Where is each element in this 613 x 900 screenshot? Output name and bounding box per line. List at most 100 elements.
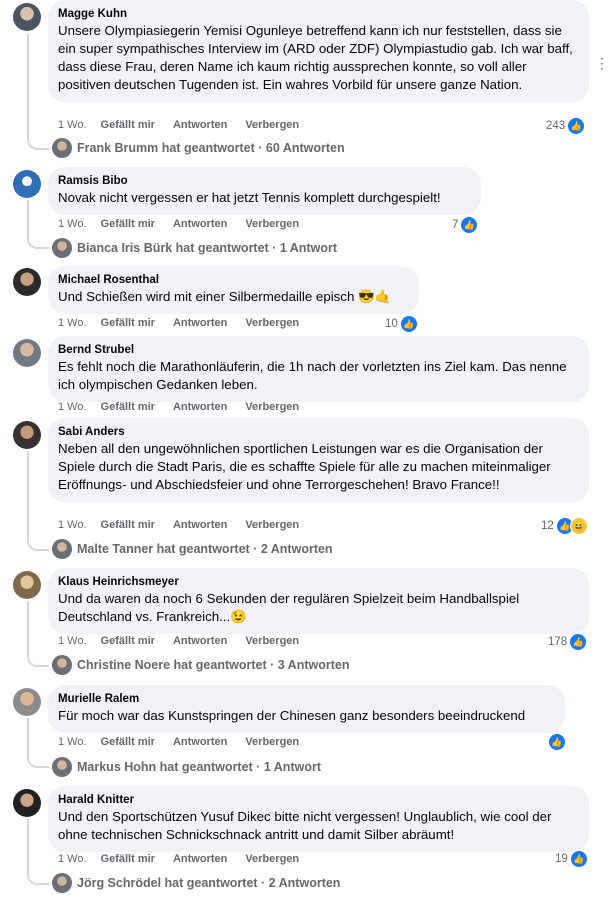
- like-button[interactable]: Gefällt mir: [101, 853, 155, 865]
- hide-button[interactable]: Verbergen: [245, 119, 299, 131]
- reply-button[interactable]: Antworten: [173, 317, 227, 329]
- comment-bubble: Bernd Strubel Es fehlt noch die Marathon…: [48, 336, 589, 402]
- view-replies-link[interactable]: Frank Brumm hat geantwortet · 60 Antwort…: [52, 138, 345, 158]
- avatar[interactable]: [13, 268, 41, 296]
- comment-text: Es fehlt noch die Marathonläuferin, die …: [58, 359, 567, 392]
- comment-actions: 1 Wo. Gefällt mir Antworten Verbergen: [58, 400, 317, 414]
- reply-connector: [27, 869, 49, 885]
- comment-author[interactable]: Ramsis Bibo: [58, 174, 470, 189]
- reply-button[interactable]: Antworten: [173, 401, 227, 413]
- reply-avatar: [52, 655, 72, 675]
- comment-time[interactable]: 1 Wo.: [58, 119, 87, 131]
- comment-actions: 1 Wo. Gefällt mir Antworten Verbergen: [58, 217, 317, 231]
- reply-button[interactable]: Antworten: [173, 736, 227, 748]
- reaction-summary[interactable]: 19 👍: [555, 850, 588, 868]
- reply-avatar: [52, 873, 72, 893]
- comment-text: Und Schießen wird mit einer Silbermedail…: [58, 289, 392, 304]
- like-button[interactable]: Gefällt mir: [101, 119, 155, 131]
- reaction-summary[interactable]: 👍: [546, 733, 566, 751]
- view-replies-link[interactable]: Bianca Iris Bürk hat geantwortet · 1 Ant…: [52, 238, 337, 258]
- hide-button[interactable]: Verbergen: [245, 635, 299, 647]
- comment-text: Für moch war das Kunstspringen der Chine…: [58, 708, 526, 723]
- avatar[interactable]: [13, 3, 41, 31]
- replies-label: Jörg Schrödel hat geantwortet · 2 Antwor…: [77, 876, 341, 890]
- reaction-summary[interactable]: 7 👍: [452, 216, 479, 234]
- comment-author[interactable]: Sabi Anders: [58, 425, 578, 440]
- avatar[interactable]: [13, 339, 41, 367]
- comment-time[interactable]: 1 Wo.: [58, 519, 87, 531]
- reaction-summary[interactable]: 12 👍 😆: [541, 517, 588, 535]
- avatar[interactable]: [13, 789, 41, 817]
- like-reaction-icon: 👍: [569, 633, 588, 651]
- hide-button[interactable]: Verbergen: [245, 218, 299, 230]
- reply-button[interactable]: Antworten: [173, 853, 227, 865]
- replies-label: Markus Hohn hat geantwortet · 1 Antwort: [77, 760, 321, 774]
- thread-line: [27, 718, 29, 754]
- view-replies-link[interactable]: Markus Hohn hat geantwortet · 1 Antwort: [52, 757, 321, 777]
- hide-button[interactable]: Verbergen: [245, 853, 299, 865]
- comment-author[interactable]: Harald Knitter: [58, 793, 578, 808]
- like-button[interactable]: Gefällt mir: [101, 519, 155, 531]
- hide-button[interactable]: Verbergen: [245, 736, 299, 748]
- thread-line: [27, 601, 29, 653]
- like-reaction-icon: 👍: [399, 315, 418, 333]
- reaction-summary[interactable]: 178 👍: [548, 633, 588, 651]
- comment-time[interactable]: 1 Wo.: [58, 853, 87, 865]
- reply-button[interactable]: Antworten: [173, 218, 227, 230]
- comment-author[interactable]: Magge Kuhn: [58, 7, 578, 22]
- comment-time[interactable]: 1 Wo.: [58, 317, 87, 329]
- reply-button[interactable]: Antworten: [173, 519, 227, 531]
- comment-time[interactable]: 1 Wo.: [58, 736, 87, 748]
- avatar[interactable]: [13, 421, 41, 449]
- comment-author[interactable]: Bernd Strubel: [58, 343, 578, 358]
- comment-time[interactable]: 1 Wo.: [58, 401, 87, 413]
- comment-bubble: Klaus Heinrichsmeyer Und da waren da noc…: [48, 568, 589, 634]
- thread-line: [27, 200, 29, 235]
- avatar[interactable]: [13, 170, 41, 198]
- reaction-summary[interactable]: 10 👍: [385, 315, 418, 333]
- more-options-icon[interactable]: ⋮: [595, 55, 609, 72]
- comment-text: Und da waren da noch 6 Sekunden der regu…: [58, 591, 520, 624]
- hide-button[interactable]: Verbergen: [245, 519, 299, 531]
- comment-author[interactable]: Klaus Heinrichsmeyer: [58, 575, 578, 590]
- comment-text: Neben all den ungewöhnlichen sportlichen…: [58, 441, 551, 492]
- view-replies-link[interactable]: Christine Noere hat geantwortet · 3 Antw…: [52, 655, 349, 675]
- reply-button[interactable]: Antworten: [173, 635, 227, 647]
- replies-label: Christine Noere hat geantwortet · 3 Antw…: [77, 658, 350, 672]
- comment-time[interactable]: 1 Wo.: [58, 635, 87, 647]
- reaction-count: 243: [546, 120, 566, 132]
- comment-author[interactable]: Michael Rosenthal: [58, 273, 408, 288]
- like-button[interactable]: Gefällt mir: [101, 317, 155, 329]
- comment-bubble: Ramsis Bibo Novak nicht vergessen er hat…: [48, 167, 481, 215]
- reply-avatar: [52, 539, 72, 559]
- comment-actions: 1 Wo. Gefällt mir Antworten Verbergen: [58, 735, 317, 749]
- reply-avatar: [52, 757, 72, 777]
- like-button[interactable]: Gefällt mir: [101, 635, 155, 647]
- avatar[interactable]: [13, 571, 41, 599]
- replies-label: Malte Tanner hat geantwortet · 2 Antwort…: [77, 542, 333, 556]
- view-replies-link[interactable]: Malte Tanner hat geantwortet · 2 Antwort…: [52, 539, 333, 559]
- comment-actions: 1 Wo. Gefällt mir Antworten Verbergen: [58, 316, 317, 330]
- reaction-summary[interactable]: 243 👍: [546, 117, 586, 135]
- comment-text: Novak nicht vergessen er hat jetzt Tenni…: [58, 190, 441, 205]
- reaction-count: 19: [555, 853, 568, 865]
- like-button[interactable]: Gefällt mir: [101, 218, 155, 230]
- comment-bubble: Murielle Ralem Für moch war das Kunstspr…: [48, 685, 565, 733]
- avatar[interactable]: [13, 688, 41, 716]
- reaction-count: 10: [385, 318, 398, 330]
- hide-button[interactable]: Verbergen: [245, 317, 299, 329]
- reply-button[interactable]: Antworten: [173, 119, 227, 131]
- comment-time[interactable]: 1 Wo.: [58, 218, 87, 230]
- comment-author[interactable]: Murielle Ralem: [58, 692, 554, 707]
- reply-connector: [27, 535, 49, 551]
- comment-bubble: Magge Kuhn Unsere Olympiasiegerin Yemisi…: [48, 0, 589, 102]
- like-reaction-icon: 👍: [567, 117, 586, 135]
- like-button[interactable]: Gefällt mir: [101, 401, 155, 413]
- view-replies-link[interactable]: Jörg Schrödel hat geantwortet · 2 Antwor…: [52, 873, 340, 893]
- thread-line: [27, 34, 29, 134]
- replies-label: Frank Brumm hat geantwortet · 60 Antwort…: [77, 141, 345, 155]
- reply-avatar: [52, 138, 72, 158]
- like-button[interactable]: Gefällt mir: [101, 736, 155, 748]
- reply-connector: [27, 233, 49, 249]
- hide-button[interactable]: Verbergen: [245, 401, 299, 413]
